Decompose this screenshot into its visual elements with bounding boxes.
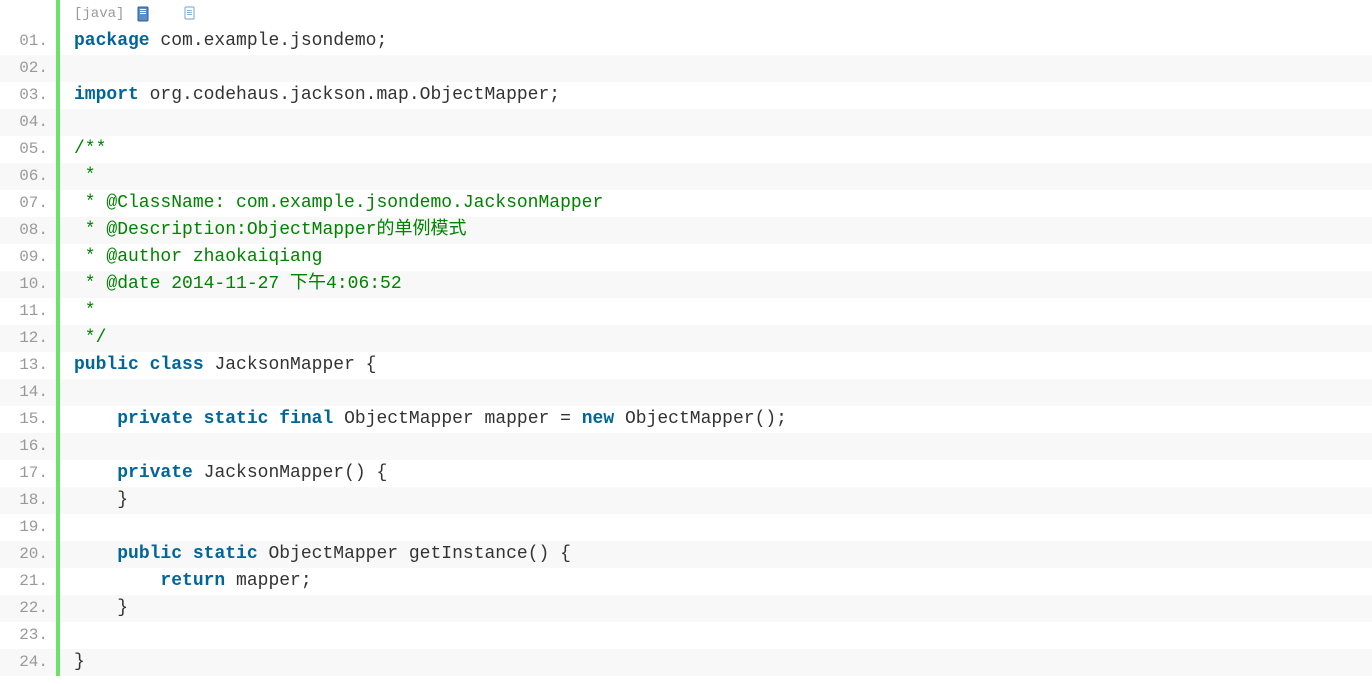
line-number: 13. [0, 352, 56, 379]
token-pln: } [74, 490, 128, 510]
code-line [60, 55, 1372, 82]
code-line: /** [60, 136, 1372, 163]
token-pln [74, 409, 117, 429]
token-pln [74, 544, 117, 564]
token-kw: package [74, 31, 150, 51]
token-pln: ObjectMapper mapper = [333, 409, 581, 429]
line-number: 06. [0, 163, 56, 190]
token-comment: * [74, 166, 96, 186]
code-line: public static ObjectMapper getInstance()… [60, 541, 1372, 568]
token-pln: } [74, 598, 128, 618]
language-label: [java] [74, 6, 124, 22]
token-pln: ObjectMapper getInstance() { [258, 544, 571, 564]
line-number: 22. [0, 595, 56, 622]
token-kw: final [279, 409, 333, 429]
code-line: * [60, 298, 1372, 325]
token-pln: mapper; [225, 571, 311, 591]
line-number: 08. [0, 217, 56, 244]
line-number: 17. [0, 460, 56, 487]
line-number: 09. [0, 244, 56, 271]
line-number: 05. [0, 136, 56, 163]
token-comment: * @author zhaokaiqiang [74, 247, 322, 267]
token-pln [268, 409, 279, 429]
code-line: } [60, 649, 1372, 676]
code-line: * [60, 163, 1372, 190]
line-number: 01. [0, 28, 56, 55]
code-line: * @author zhaokaiqiang [60, 244, 1372, 271]
code-line: private static final ObjectMapper mapper… [60, 406, 1372, 433]
code-line [60, 433, 1372, 460]
code-body: package com.example.jsondemo; import org… [60, 28, 1372, 676]
token-pln: org.codehaus.jackson.map.ObjectMapper; [139, 85, 560, 105]
token-kw: public [117, 544, 182, 564]
token-comment: * @ClassName: com.example.jsondemo.Jacks… [74, 193, 603, 213]
token-kw: static [204, 409, 269, 429]
line-number: 04. [0, 109, 56, 136]
token-pln [74, 571, 160, 591]
code-line: return mapper; [60, 568, 1372, 595]
line-number: 02. [0, 55, 56, 82]
code-area: [java] package com.example.jsondemo; imp… [60, 0, 1372, 676]
line-number: 07. [0, 190, 56, 217]
copy-icon[interactable] [182, 6, 198, 22]
code-line: } [60, 487, 1372, 514]
token-comment: */ [74, 328, 106, 348]
token-comment: * @Description:ObjectMapper的单例模式 [74, 220, 466, 240]
code-line: package com.example.jsondemo; [60, 28, 1372, 55]
token-pln [139, 355, 150, 375]
token-pln [182, 544, 193, 564]
line-number: 03. [0, 82, 56, 109]
code-toolbar: [java] [60, 0, 1372, 28]
token-kw: private [117, 463, 193, 483]
code-line: * @ClassName: com.example.jsondemo.Jacks… [60, 190, 1372, 217]
code-line: import org.codehaus.jackson.map.ObjectMa… [60, 82, 1372, 109]
token-pln: JacksonMapper() { [193, 463, 387, 483]
line-number: 14. [0, 379, 56, 406]
token-kw: class [150, 355, 204, 375]
code-line: */ [60, 325, 1372, 352]
token-kw: static [193, 544, 258, 564]
token-pln: ObjectMapper(); [614, 409, 787, 429]
code-line [60, 109, 1372, 136]
token-comment: /** [74, 139, 106, 159]
code-line: * @Description:ObjectMapper的单例模式 [60, 217, 1372, 244]
token-comment: * @date 2014-11-27 下午4:06:52 [74, 274, 402, 294]
line-number: 21. [0, 568, 56, 595]
line-number: 16. [0, 433, 56, 460]
line-number: 20. [0, 541, 56, 568]
token-pln: com.example.jsondemo; [150, 31, 388, 51]
token-kw: import [74, 85, 139, 105]
line-number: 10. [0, 271, 56, 298]
line-number: 23. [0, 622, 56, 649]
token-pln [74, 463, 117, 483]
code-line [60, 622, 1372, 649]
code-line [60, 514, 1372, 541]
token-pln: JacksonMapper { [204, 355, 377, 375]
line-number: 11. [0, 298, 56, 325]
code-line: private JacksonMapper() { [60, 460, 1372, 487]
token-kw: new [582, 409, 614, 429]
token-comment: * [74, 301, 96, 321]
line-number: 12. [0, 325, 56, 352]
view-source-icon[interactable] [136, 6, 152, 22]
token-kw: public [74, 355, 139, 375]
code-line: * @date 2014-11-27 下午4:06:52 [60, 271, 1372, 298]
line-number: 19. [0, 514, 56, 541]
line-number: 18. [0, 487, 56, 514]
line-number-gutter: 01.02.03.04.05.06.07.08.09.10.11.12.13.1… [0, 0, 60, 676]
line-number: 15. [0, 406, 56, 433]
code-line: public class JacksonMapper { [60, 352, 1372, 379]
token-pln: } [74, 652, 85, 672]
token-pln [193, 409, 204, 429]
line-number: 24. [0, 649, 56, 676]
token-kw: return [160, 571, 225, 591]
code-line: } [60, 595, 1372, 622]
token-kw: private [117, 409, 193, 429]
code-line [60, 379, 1372, 406]
